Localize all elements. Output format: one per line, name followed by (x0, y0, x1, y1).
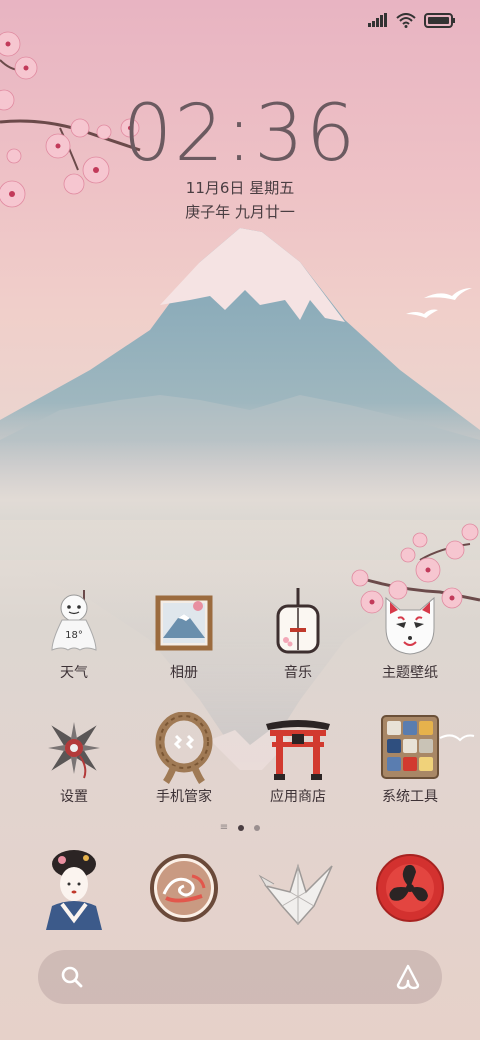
clock-lunar-date: 庚子年 九月廿一 (185, 203, 295, 221)
app-weather[interactable]: 18° 天气 (14, 588, 134, 682)
shuriken-settings-icon (48, 722, 100, 779)
weather-doll-icon: 18° (51, 590, 97, 651)
dock-phone[interactable] (14, 846, 134, 930)
dock-messages[interactable] (124, 846, 244, 930)
battery-icon (424, 12, 455, 28)
app-phone-manager[interactable]: 手机管家 (124, 712, 244, 806)
app-gallery[interactable]: 相册 (124, 588, 244, 682)
search-icon[interactable] (60, 965, 84, 989)
app-store[interactable]: 应用商店 (238, 712, 358, 806)
page-menu-icon[interactable]: ≡ (220, 823, 228, 833)
clock-date: 11月6日 星期五 (185, 179, 295, 197)
geisha-phone-icon (46, 850, 102, 930)
paper-crane-browser-icon (258, 863, 333, 926)
kitsune-mask-icon (385, 596, 435, 655)
rope-security-icon (155, 712, 213, 784)
music-shamisen-icon (276, 588, 320, 654)
dock-browser[interactable] (238, 846, 358, 930)
app-label: 手机管家 (156, 789, 212, 805)
app-themes[interactable]: 主题壁纸 (350, 588, 470, 682)
page-dot-active[interactable] (238, 825, 245, 831)
wave-messages-icon (150, 854, 218, 922)
app-label: 设置 (60, 789, 88, 805)
assistant-icon[interactable] (394, 963, 422, 991)
app-label: 音乐 (284, 665, 312, 681)
app-system-tools[interactable]: 系统工具 (350, 712, 470, 806)
weather-temperature: 18° (65, 630, 83, 641)
app-music[interactable]: 音乐 (238, 588, 358, 682)
page-dot[interactable] (254, 825, 261, 831)
clock-time: 02:36 (122, 89, 358, 179)
clock-widget[interactable]: 02:36 11月6日 星期五 庚子年 九月廿一 (0, 92, 480, 224)
app-label: 相册 (170, 665, 198, 681)
wifi-icon (396, 12, 416, 28)
app-label: 系统工具 (382, 789, 438, 805)
app-label: 应用商店 (270, 789, 326, 805)
app-label: 主题壁纸 (382, 665, 438, 681)
status-bar (368, 8, 456, 32)
gallery-icon (155, 595, 213, 651)
page-indicator[interactable]: ≡ (0, 823, 480, 833)
search-bar[interactable] (38, 950, 442, 1004)
toolbox-icon (381, 715, 439, 779)
torii-store-icon (266, 720, 330, 780)
app-settings[interactable]: 设置 (14, 712, 134, 806)
tomoe-camera-icon (376, 854, 444, 922)
dock-camera[interactable] (350, 846, 470, 930)
signal-icon (368, 13, 387, 27)
app-label: 天气 (60, 665, 88, 681)
